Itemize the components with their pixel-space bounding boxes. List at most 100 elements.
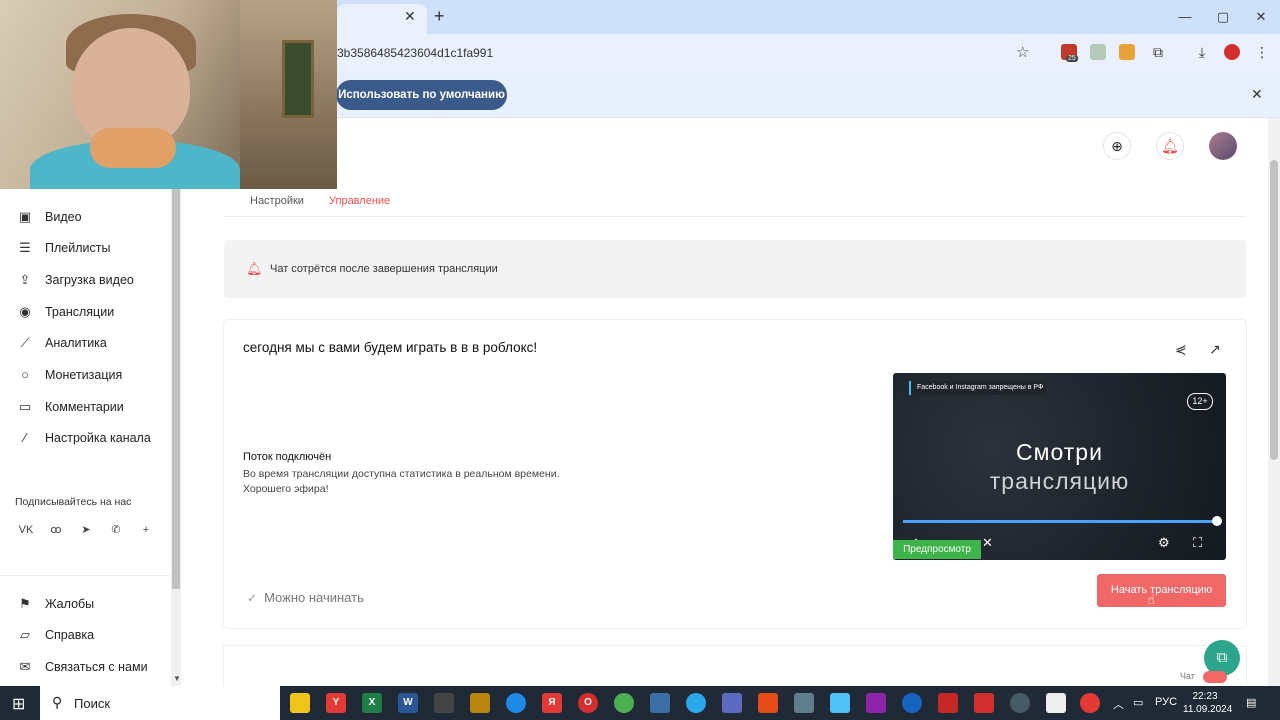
check-icon: ✓ — [247, 590, 258, 605]
word-icon[interactable]: W — [398, 693, 418, 713]
ready-status: ✓ Можно начинать — [247, 590, 364, 605]
tab-settings[interactable]: Настройки — [250, 195, 304, 207]
notifications-bell-icon[interactable]: 🔔︎ — [1156, 132, 1184, 160]
battery-icon[interactable]: ▭ — [1133, 696, 1143, 709]
telegram-taskbar-icon[interactable] — [686, 693, 706, 713]
sidebar-item-analytics[interactable]: ⟋ Аналитика — [17, 333, 106, 353]
profile-icon[interactable] — [1224, 44, 1240, 60]
chrome-icon[interactable] — [614, 693, 634, 713]
tab-management[interactable]: Управление — [329, 195, 390, 207]
bell-alert-icon: 🔔︎ — [246, 261, 263, 276]
mute-icon[interactable]: ✕ — [982, 535, 993, 551]
sidebar-item-label: Комментарии — [45, 400, 124, 414]
sidebar-item-label: Плейлисты — [45, 241, 111, 255]
yandex-icon[interactable]: Я — [542, 693, 562, 713]
telegram-icon[interactable]: ➤ — [77, 521, 95, 539]
sidebar-divider — [0, 575, 170, 576]
maximize-icon[interactable]: ▢ — [1204, 0, 1242, 34]
sidebar-item-label: Жалобы — [45, 597, 95, 611]
zoom-icon[interactable] — [902, 693, 922, 713]
winrar-icon[interactable] — [866, 693, 886, 713]
calculator-icon[interactable] — [794, 693, 814, 713]
minimize-icon[interactable]: — — [1166, 0, 1204, 34]
page-scrollbar-thumb[interactable] — [1270, 160, 1278, 460]
excel-icon[interactable]: X — [362, 693, 382, 713]
player-progress-bar[interactable] — [903, 520, 1217, 523]
plus-icon[interactable]: + — [137, 521, 155, 539]
chat-toggle-label: Чат — [1180, 671, 1195, 681]
new-tab-icon[interactable]: + — [434, 6, 445, 27]
opera-icon[interactable]: O — [578, 693, 598, 713]
sidebar-item-label: Трансляции — [45, 305, 115, 319]
upload-icon: ⇪ — [19, 272, 31, 287]
app-icon[interactable] — [830, 693, 850, 713]
obs-icon[interactable] — [1010, 693, 1030, 713]
game-app-icon[interactable] — [434, 693, 454, 713]
user-avatar[interactable] — [1209, 132, 1237, 160]
infobar-close-icon[interactable]: ✕ — [1251, 86, 1263, 103]
sidebar-item-complaints[interactable]: ⚑ Жалобы — [17, 594, 94, 614]
sidebar-item-label: Монетизация — [45, 368, 123, 382]
sidebar-item-upload[interactable]: ⇪ Загрузка видео — [17, 270, 134, 290]
taskbar-clock[interactable]: 22:23 11.09.2024 — [1183, 690, 1232, 716]
open-external-icon[interactable]: ↗ — [1209, 341, 1221, 358]
notifications-icon[interactable]: ▤ — [1246, 696, 1256, 709]
edge-icon[interactable] — [506, 693, 526, 713]
vk-icon[interactable]: VK — [17, 521, 35, 539]
stream-status-line: Во время трансляции доступна статистика … — [243, 468, 560, 480]
scroll-down-arrow-icon[interactable]: ▼ — [173, 674, 181, 683]
sidebar-item-help[interactable]: ▱ Справка — [17, 625, 94, 645]
taskbar-search-placeholder: Поиск — [74, 696, 111, 711]
app-icon[interactable] — [470, 693, 490, 713]
extension-puzzle-gray-icon[interactable] — [1090, 44, 1106, 60]
fullscreen-icon[interactable]: ⛶ — [1193, 535, 1202, 551]
extensions-icon[interactable]: ⧉ — [1150, 44, 1166, 60]
sidebar-scrollbar-thumb[interactable] — [172, 189, 180, 589]
start-broadcast-button[interactable]: Начать трансляцию — [1097, 574, 1226, 607]
app-icon[interactable] — [650, 693, 670, 713]
help-icon: ▱ — [20, 627, 30, 642]
search-icon: ⚲ — [52, 694, 63, 710]
sidebar-item-comments[interactable]: ▭ Комментарии — [17, 397, 124, 417]
windows-start-icon[interactable]: ⊞ — [12, 694, 25, 714]
sidebar-item-video[interactable]: ▣ Видео — [17, 207, 82, 227]
app-icon[interactable] — [722, 693, 742, 713]
set-default-button[interactable]: Использовать по умолчанию — [336, 80, 507, 110]
extension-mk-icon[interactable] — [1119, 44, 1135, 60]
sidebar-item-label: Загрузка видео — [45, 273, 134, 287]
bookmark-star-icon[interactable]: ☆ — [1016, 43, 1029, 61]
settings-gear-icon[interactable]: ⚙ — [1158, 535, 1170, 551]
app-icon[interactable] — [974, 693, 994, 713]
webcam-overlay — [0, 0, 337, 189]
video-preview-player[interactable] — [893, 373, 1226, 560]
language-indicator[interactable]: РУС — [1155, 696, 1177, 708]
app-icon[interactable] — [758, 693, 778, 713]
broadcast-icon: ◉ — [19, 304, 31, 319]
wand-icon: ⁄ — [23, 430, 27, 445]
player-progress-knob[interactable] — [1212, 516, 1222, 526]
download-icon[interactable]: ⤓ — [1194, 44, 1210, 60]
address-bar[interactable]: 3b3586485423604d1c1fa991 — [337, 43, 1042, 63]
app-icon[interactable] — [938, 693, 958, 713]
sidebar-item-broadcasts[interactable]: ◉ Трансляции — [17, 302, 114, 322]
ready-text: Можно начинать — [264, 590, 364, 605]
create-button-icon[interactable]: ⊕ — [1103, 132, 1131, 160]
subscribe-label: Подписывайтесь на нас — [15, 496, 132, 508]
sidebar-item-label: Связаться с нами — [45, 660, 148, 674]
tab-close-icon[interactable]: ✕ — [404, 8, 418, 24]
yandex-browser-icon[interactable]: Y — [326, 693, 346, 713]
chat-toggle[interactable] — [1203, 671, 1227, 683]
close-window-icon[interactable]: ✕ — [1242, 0, 1280, 34]
ok-icon[interactable]: ꝏ — [47, 521, 65, 539]
tray-arrow-icon[interactable]: ︿ — [1113, 696, 1124, 712]
viber-icon[interactable]: ✆ — [107, 521, 125, 539]
file-explorer-icon[interactable] — [290, 693, 310, 713]
sidebar-item-playlists[interactable]: ☰ Плейлисты — [17, 238, 110, 258]
record-icon[interactable] — [1080, 693, 1100, 713]
roblox-icon[interactable] — [1046, 693, 1066, 713]
sidebar-item-monetization[interactable]: ○ Монетизация — [17, 365, 122, 385]
sidebar-item-contact[interactable]: ✉ Связаться с нами — [17, 657, 148, 677]
browser-menu-icon[interactable]: ⋮ — [1254, 44, 1270, 60]
share-icon[interactable]: ⋞ — [1175, 341, 1187, 358]
sidebar-item-channel-settings[interactable]: ⁄ Настройка канала — [17, 428, 151, 448]
